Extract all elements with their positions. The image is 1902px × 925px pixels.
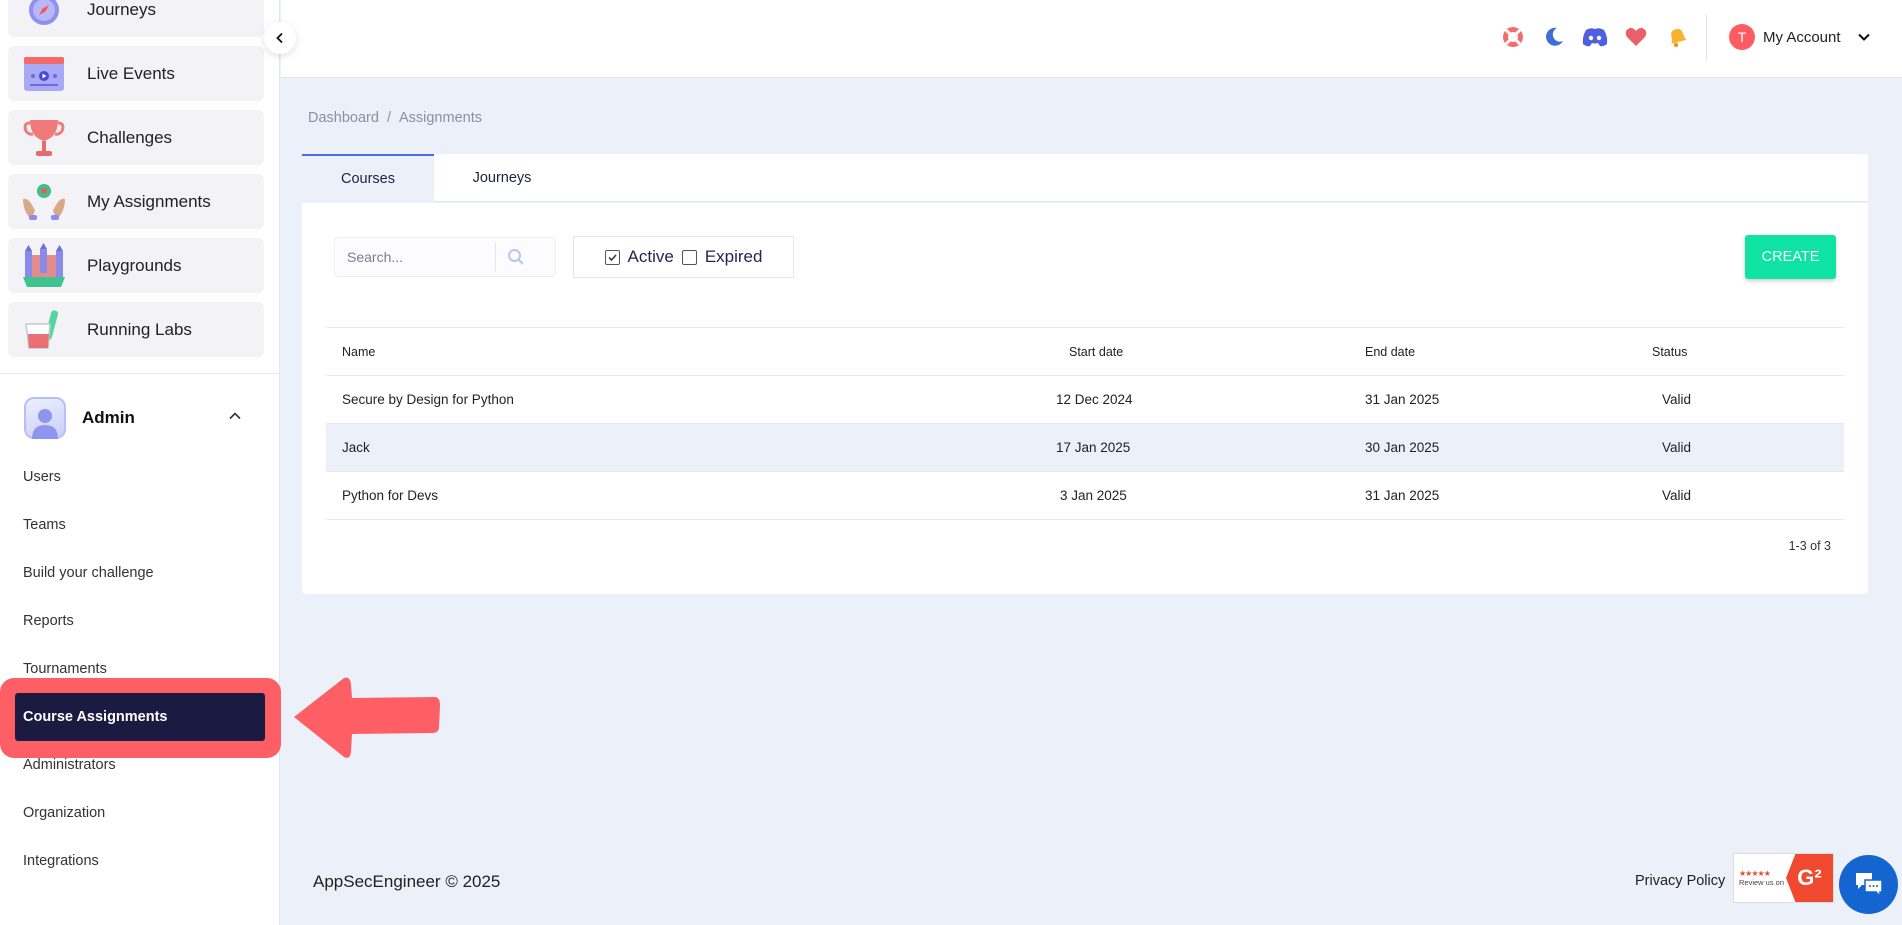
breadcrumb: Dashboard / Assignments <box>308 110 482 126</box>
g2-review-text: Review us on <box>1739 878 1785 887</box>
chat-button[interactable] <box>1839 855 1898 914</box>
table-row[interactable]: Secure by Design for Python 12 Dec 2024 … <box>326 375 1844 424</box>
cell-start-date: 3 Jan 2025 <box>1026 471 1365 520</box>
nav-label: Running Labs <box>87 319 192 339</box>
column-header-status[interactable]: Status <box>1652 327 1844 376</box>
cell-start-date: 12 Dec 2024 <box>1026 375 1365 424</box>
lifebuoy-icon[interactable] <box>1500 24 1526 50</box>
cell-end-date: 31 Jan 2025 <box>1365 375 1652 424</box>
footer-copyright: AppSecEngineer © 2025 <box>313 872 501 891</box>
chat-bubbles-icon <box>1855 872 1883 898</box>
table-header-row: Name Start date End date Status <box>326 327 1844 376</box>
privacy-policy-link[interactable]: Privacy Policy <box>1635 873 1725 889</box>
cell-start-date: 17 Jan 2025 <box>1026 423 1365 472</box>
search-box <box>334 237 556 277</box>
create-button[interactable]: CREATE <box>1745 235 1836 279</box>
cell-name: Python for Devs <box>326 471 1026 520</box>
breadcrumb-assignments[interactable]: Assignments <box>399 110 482 126</box>
discord-icon[interactable] <box>1582 24 1608 50</box>
nav-item-my-assignments[interactable]: My Assignments <box>8 174 264 229</box>
cell-name: Jack <box>326 423 1026 472</box>
nav-item-running-labs[interactable]: Running Labs <box>8 302 264 357</box>
assignments-card: Active Expired CREATE Name Start date En… <box>302 203 1868 594</box>
cell-end-date: 30 Jan 2025 <box>1365 423 1652 472</box>
sidebar-item-users[interactable]: Users <box>23 469 61 485</box>
bell-icon[interactable] <box>1664 24 1690 50</box>
filter-expired[interactable]: Expired <box>681 247 763 267</box>
sidebar-item-integrations[interactable]: Integrations <box>23 853 99 869</box>
checkmark-icon <box>608 253 617 261</box>
cell-status: Valid <box>1652 471 1844 520</box>
tab-bar: Courses Journeys <box>302 154 1868 202</box>
annotation-highlight: Course Assignments <box>0 678 281 758</box>
filter-active[interactable]: Active <box>604 247 674 267</box>
admin-section-label: Admin <box>82 408 135 427</box>
tab-courses[interactable]: Courses <box>302 154 434 202</box>
cell-status: Valid <box>1652 423 1844 472</box>
nav-label: My Assignments <box>87 191 211 211</box>
pagination-info: 1-3 of 3 <box>1788 539 1831 553</box>
avatar: T <box>1729 24 1755 50</box>
sidebar-item-organization[interactable]: Organization <box>23 805 105 821</box>
chevron-up-icon <box>228 409 242 423</box>
sidebar-item-course-assignments[interactable]: Course Assignments <box>15 693 265 741</box>
nav-label: Challenges <box>87 127 173 147</box>
active-checkbox[interactable] <box>604 249 620 265</box>
video-player-icon <box>20 52 68 96</box>
rating-stars-icon: ★★★★★ <box>1739 869 1771 878</box>
filter-active-label: Active <box>627 247 674 266</box>
nav-item-journeys[interactable]: Journeys <box>8 0 264 37</box>
top-header: T My Account <box>281 0 1902 78</box>
table-row[interactable]: Python for Devs 3 Jan 2025 31 Jan 2025 V… <box>326 471 1844 520</box>
admin-section-toggle[interactable]: Admin <box>0 392 280 444</box>
column-header-name[interactable]: Name <box>326 327 1026 376</box>
status-filter: Active Expired <box>573 236 794 278</box>
assignments-table: Name Start date End date Status Secure b… <box>326 327 1844 520</box>
nav-item-playgrounds[interactable]: Playgrounds <box>8 238 264 293</box>
nav-item-challenges[interactable]: Challenges <box>8 110 264 165</box>
breadcrumb-separator: / <box>386 110 391 126</box>
chevron-left-icon <box>276 32 283 44</box>
search-icon[interactable] <box>496 248 536 266</box>
hands-gear-icon <box>20 180 68 224</box>
sidebar-item-teams[interactable]: Teams <box>23 517 66 533</box>
sidebar-item-reports[interactable]: Reports <box>23 613 74 629</box>
breadcrumb-dashboard[interactable]: Dashboard <box>308 110 379 126</box>
annotation-arrow-icon <box>294 677 440 758</box>
beaker-icon <box>20 308 68 352</box>
heart-icon[interactable] <box>1623 24 1649 50</box>
sidebar: Journeys Live Events Challenges My Assig… <box>0 0 281 925</box>
moon-icon[interactable] <box>1541 24 1567 50</box>
sidebar-collapse-button[interactable] <box>264 22 296 54</box>
expired-checkbox[interactable] <box>681 249 697 265</box>
sidebar-item-build-your-challenge[interactable]: Build your challenge <box>23 565 154 581</box>
filter-expired-label: Expired <box>704 247 763 266</box>
account-label: My Account <box>1763 28 1841 46</box>
cell-name: Secure by Design for Python <box>326 375 1026 424</box>
search-input[interactable] <box>335 238 495 276</box>
cell-end-date: 31 Jan 2025 <box>1365 471 1652 520</box>
tab-journeys[interactable]: Journeys <box>434 154 570 202</box>
nav-label: Playgrounds <box>87 255 182 275</box>
nav-label: Live Events <box>87 63 175 83</box>
sidebar-item-tournaments[interactable]: Tournaments <box>23 661 107 677</box>
chevron-down-icon <box>1857 30 1871 44</box>
admin-avatar-icon <box>24 397 66 439</box>
table-row[interactable]: Jack 17 Jan 2025 30 Jan 2025 Valid <box>326 423 1844 472</box>
compass-icon <box>20 0 68 32</box>
g2-review-badge[interactable]: ★★★★★ Review us on G² <box>1733 853 1834 903</box>
column-header-start-date[interactable]: Start date <box>1026 327 1365 376</box>
sidebar-item-administrators[interactable]: Administrators <box>23 757 116 773</box>
trophy-icon <box>20 116 68 160</box>
g2-logo-icon: G² <box>1786 854 1833 902</box>
nav-label: Journeys <box>87 0 156 19</box>
header-separator <box>1706 14 1707 61</box>
nav-item-live-events[interactable]: Live Events <box>8 46 264 101</box>
column-header-end-date[interactable]: End date <box>1365 327 1652 376</box>
cell-status: Valid <box>1652 375 1844 424</box>
bouncy-castle-icon <box>20 242 68 288</box>
account-menu[interactable]: T My Account <box>1729 24 1871 50</box>
sidebar-divider <box>0 373 280 374</box>
